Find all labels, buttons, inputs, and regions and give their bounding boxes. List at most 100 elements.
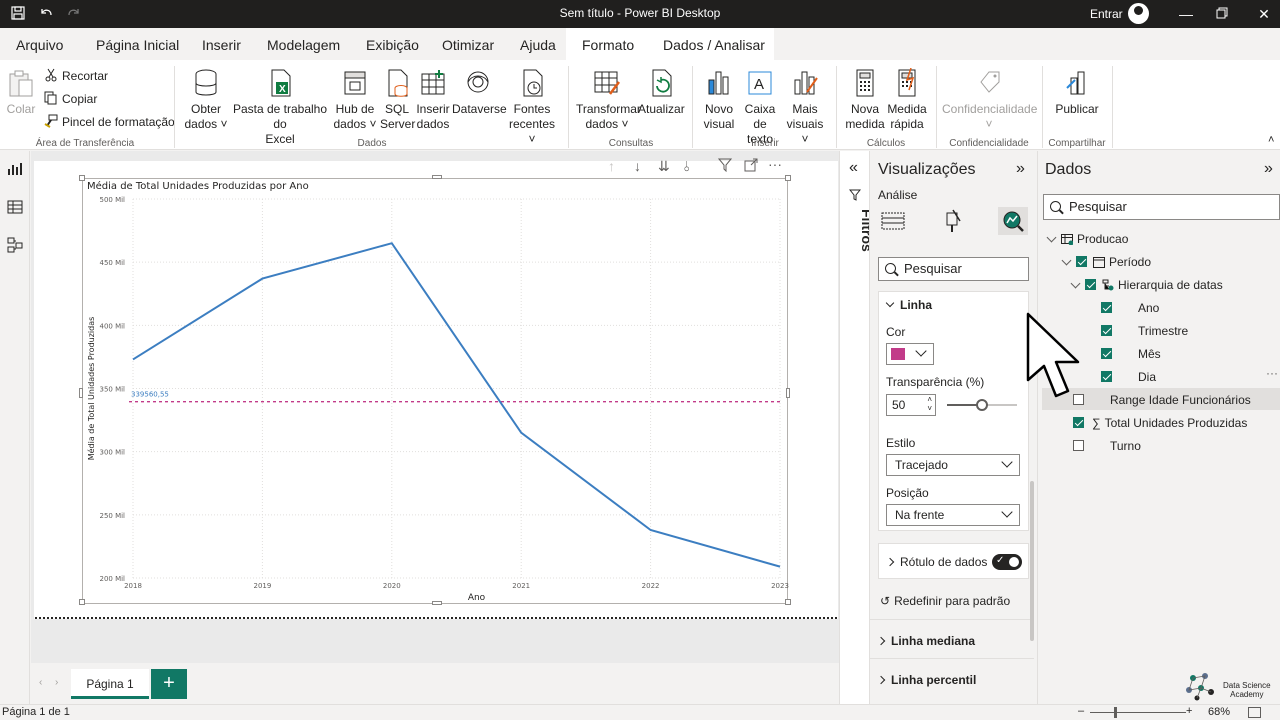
focus-mode-icon[interactable] — [744, 158, 758, 175]
color-picker[interactable] — [886, 343, 934, 365]
tab-inserir[interactable]: Inserir — [202, 37, 241, 53]
sensitivity-button[interactable]: Confidencialidade ˅ — [942, 68, 1037, 132]
tab-formato[interactable]: Formato — [582, 37, 634, 53]
data-labels-card[interactable]: Rótulo de dados ✓ — [878, 543, 1029, 579]
cut-button[interactable]: Recortar — [44, 68, 108, 83]
tab-modelagem[interactable]: Modelagem — [267, 37, 340, 53]
page-tab[interactable]: Página 1 — [71, 669, 149, 699]
resize-handle[interactable] — [786, 388, 790, 398]
checkbox-shift[interactable] — [1073, 440, 1084, 451]
model-view-icon[interactable] — [7, 237, 23, 253]
tree-year[interactable]: Ano — [1101, 298, 1159, 318]
close-icon[interactable]: ✕ — [1254, 4, 1274, 24]
transform-data-button[interactable]: Transformar dados ˅ — [576, 68, 641, 132]
data-labels-toggle[interactable]: ✓ — [992, 554, 1022, 570]
dataverse-button[interactable]: Dataverse — [452, 68, 507, 117]
tree-date-hierarchy[interactable]: Hierarquia de datas — [1070, 275, 1223, 295]
get-data-button[interactable]: Obter dados ˅ — [184, 68, 228, 132]
resize-handle[interactable] — [432, 175, 442, 179]
copy-button[interactable]: Copiar — [44, 91, 97, 106]
sql-server-button[interactable]: SQL Server — [380, 68, 415, 132]
new-visual-button[interactable]: Novo visual — [700, 68, 738, 132]
tree-total-units[interactable]: ∑ Total Unidades Produzidas — [1073, 413, 1247, 433]
data-search[interactable]: Pesquisar — [1043, 194, 1280, 220]
filters-pane-collapsed[interactable]: « Filtros — [839, 151, 875, 704]
filter-icon[interactable] — [717, 158, 733, 175]
checkbox-total-units[interactable] — [1073, 417, 1084, 428]
line-section-header[interactable]: Linha — [885, 298, 932, 312]
minimize-icon[interactable]: — — [1176, 4, 1196, 24]
tab-ajuda[interactable]: Ajuda — [520, 37, 556, 53]
visualizations-search[interactable]: Pesquisar — [878, 257, 1029, 281]
zoom-in-icon[interactable]: + — [1186, 705, 1192, 717]
drill-up-icon[interactable]: ↑ — [608, 158, 615, 174]
tab-pagina-inicial[interactable]: Página Inicial — [96, 37, 180, 63]
expand-hierarchy-icon[interactable]: ⫰ — [684, 158, 690, 175]
refresh-button[interactable]: Atualizar — [638, 68, 685, 117]
quick-measure-button[interactable]: Medida rápida — [886, 67, 928, 132]
resize-handle[interactable] — [785, 175, 791, 181]
checkbox-period[interactable] — [1076, 256, 1087, 267]
transparency-slider-thumb[interactable] — [976, 399, 988, 411]
excel-workbook-button[interactable]: X Pasta de trabalho do Excel — [228, 68, 332, 147]
fit-to-page-icon[interactable] — [1248, 707, 1261, 718]
resize-handle[interactable] — [785, 599, 791, 605]
percentile-line-section[interactable]: Linha percentil — [876, 673, 1029, 687]
resize-handle[interactable] — [432, 601, 442, 605]
tab-exibicao[interactable]: Exibição — [366, 37, 419, 53]
transparency-slider[interactable] — [947, 399, 1017, 411]
checkbox-month[interactable] — [1101, 348, 1112, 359]
enter-data-button[interactable]: Inserir dados — [414, 68, 452, 132]
tree-day[interactable]: Dia — [1101, 367, 1156, 387]
new-measure-button[interactable]: Nova medida — [844, 68, 886, 132]
spinner-icon[interactable]: ˄ ˅ — [927, 395, 932, 413]
resize-handle[interactable] — [79, 175, 85, 181]
next-level-icon[interactable]: ⇊ — [658, 158, 670, 175]
tree-shift[interactable]: Turno — [1073, 436, 1141, 456]
report-view-icon[interactable] — [7, 161, 23, 177]
zoom-slider-thumb[interactable] — [1114, 707, 1117, 718]
paste-button[interactable]: Colar — [6, 68, 36, 117]
drill-down-icon[interactable]: ↓ — [634, 158, 641, 174]
checkbox-year[interactable] — [1101, 302, 1112, 313]
collapse-ribbon-icon[interactable]: ˄ — [1268, 134, 1274, 146]
reset-default-button[interactable]: ↺ Redefinir para padrão — [880, 594, 1010, 608]
checkbox-day[interactable] — [1101, 371, 1112, 382]
pane-scrollbar[interactable] — [1030, 481, 1034, 641]
format-painter-button[interactable]: Pincel de formatação — [44, 114, 175, 129]
position-dropdown[interactable]: Na frente — [886, 504, 1020, 526]
resize-handle[interactable] — [79, 599, 85, 605]
avatar[interactable] — [1128, 3, 1149, 24]
publish-button[interactable]: Publicar — [1054, 68, 1100, 117]
tree-age-range[interactable]: Range Idade Funcionários — [1073, 390, 1251, 410]
sign-in-button[interactable]: Entrar — [1090, 7, 1123, 21]
tree-month[interactable]: Mês — [1101, 344, 1161, 364]
prev-page-icon[interactable]: ‹ — [39, 677, 42, 688]
table-view-icon[interactable] — [7, 199, 23, 215]
tree-quarter[interactable]: Trimestre — [1101, 321, 1188, 341]
restore-icon[interactable] — [1212, 4, 1232, 24]
zoom-slider[interactable] — [1090, 712, 1186, 713]
recent-sources-button[interactable]: Fontes recentes ˅ — [505, 68, 559, 147]
tab-format-visual[interactable] — [938, 207, 968, 235]
tab-dados-analisar[interactable]: Dados / Analisar — [663, 37, 765, 53]
more-options-icon[interactable]: ··· — [1266, 366, 1278, 380]
next-page-icon[interactable]: › — [55, 677, 58, 688]
data-labels-header[interactable]: Rótulo de dados — [885, 555, 987, 569]
transparency-input[interactable]: 50 ˄ ˅ — [886, 394, 936, 416]
zoom-out-icon[interactable]: – — [1078, 705, 1084, 717]
tree-table-producao[interactable]: Producao — [1046, 229, 1128, 249]
more-options-icon[interactable]: ··· — [768, 156, 782, 172]
line-chart-visual[interactable]: Média de Total Unidades Produzidas por A… — [79, 175, 791, 605]
style-dropdown[interactable]: Tracejado — [886, 454, 1020, 476]
checkbox-hierarchy[interactable] — [1085, 279, 1096, 290]
tree-period[interactable]: Período — [1061, 252, 1151, 272]
resize-handle[interactable] — [79, 388, 83, 398]
add-page-button[interactable]: + — [151, 669, 187, 699]
tab-build-visual[interactable] — [878, 207, 908, 235]
collapse-pane-icon[interactable]: » — [1016, 160, 1025, 178]
median-line-section[interactable]: Linha mediana — [876, 634, 1029, 648]
tab-arquivo[interactable]: Arquivo — [16, 37, 63, 53]
text-box-button[interactable]: A Caixa de texto — [738, 68, 782, 147]
data-hub-button[interactable]: Hub de dados ˅ — [333, 68, 377, 132]
